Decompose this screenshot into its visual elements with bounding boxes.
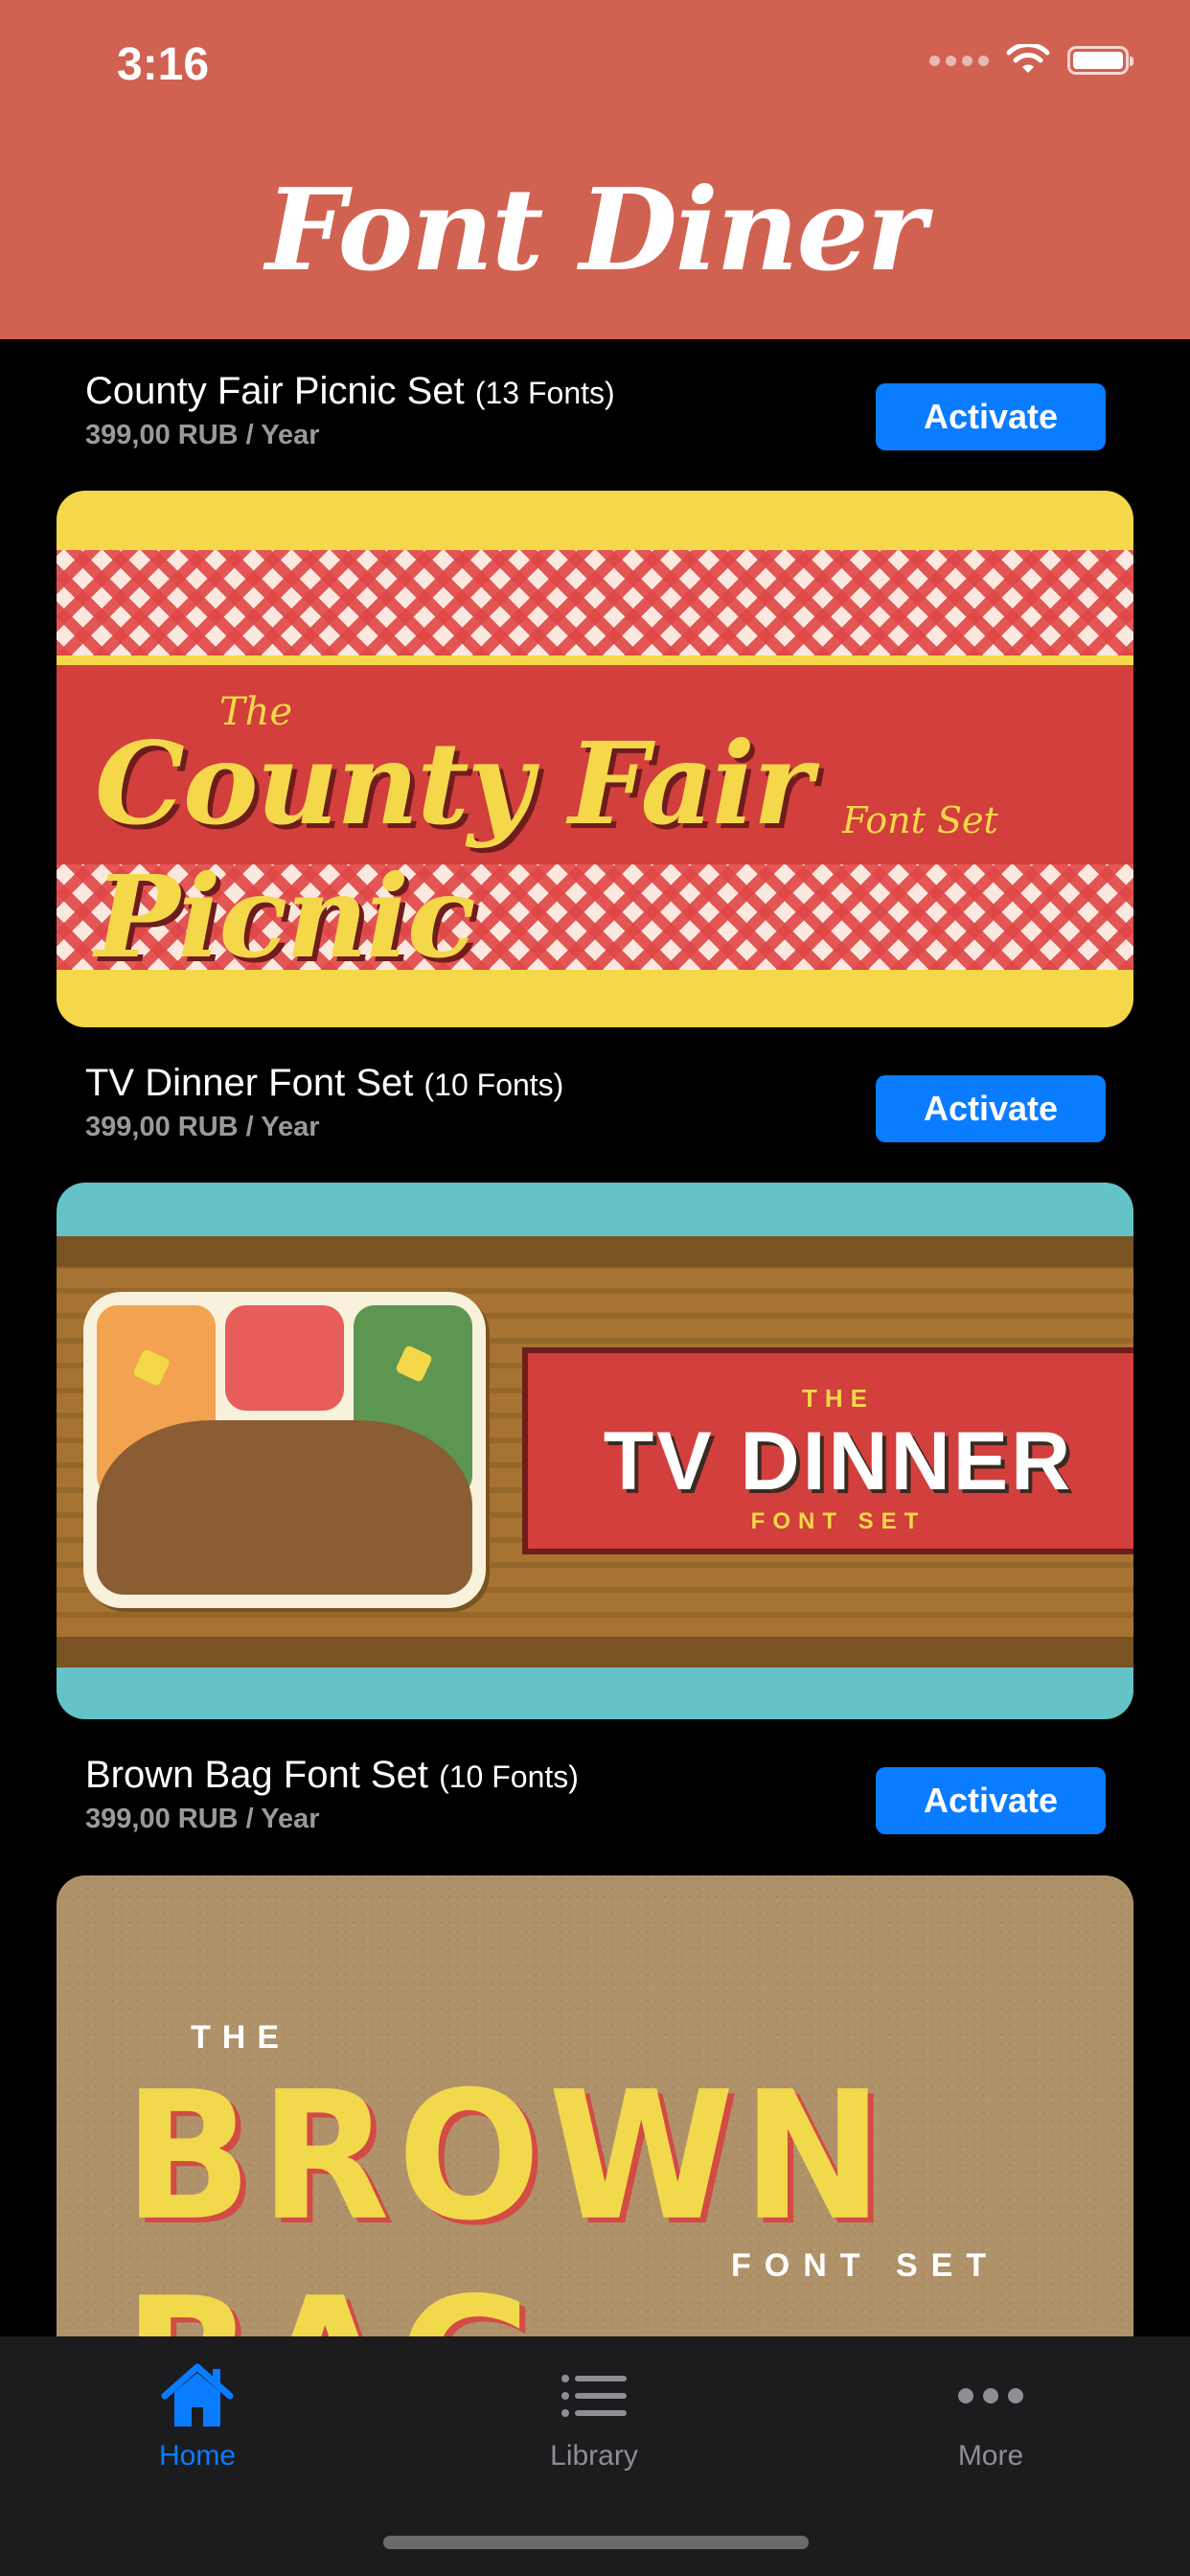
- set-name: TV Dinner Font Set (10 Fonts): [85, 1062, 563, 1105]
- set-title: Brown Bag Font Set: [85, 1754, 428, 1796]
- dinner-tray-icon: [83, 1292, 486, 1608]
- banner-sub: FONT SET: [731, 2247, 1000, 2284]
- tab-label: Library: [550, 2440, 638, 2472]
- set-name: County Fair Picnic Set (13 Fonts): [85, 370, 615, 413]
- banner-pre: THE: [191, 2019, 290, 2056]
- signal-icon: [929, 55, 989, 66]
- tab-more[interactable]: More: [876, 2358, 1106, 2472]
- set-price: 399,00 RUB / Year: [85, 420, 320, 450]
- font-set-row: TV Dinner Font Set (10 Fonts) 399,00 RUB…: [0, 1031, 1190, 1165]
- activate-button[interactable]: Activate: [876, 1767, 1106, 1834]
- wood-edge: [57, 1236, 1133, 1267]
- battery-icon: [1067, 46, 1133, 75]
- set-count: (10 Fonts): [439, 1760, 579, 1794]
- set-count: (10 Fonts): [423, 1068, 564, 1102]
- brown-bag-banner[interactable]: THE BROWN BAG FONT SET: [57, 1875, 1133, 2336]
- ellipsis-icon: [958, 2388, 1023, 2404]
- tab-library[interactable]: Library: [479, 2358, 709, 2472]
- wood-edge: [57, 1637, 1133, 1668]
- status-time: 3:16: [117, 39, 210, 90]
- app-header: 3:16 Font Diner: [0, 0, 1190, 339]
- set-name: Brown Bag Font Set (10 Fonts): [85, 1754, 579, 1797]
- tab-label: More: [957, 2440, 1024, 2472]
- wifi-icon: [1006, 44, 1050, 73]
- app-title: Font Diner: [265, 163, 927, 296]
- set-count: (13 Fonts): [474, 376, 615, 410]
- banner-sub: FONT SET: [750, 1508, 927, 1534]
- set-title: County Fair Picnic Set: [85, 370, 465, 412]
- banner-pre: THE: [802, 1384, 875, 1413]
- font-set-row: County Fair Picnic Set (13 Fonts) 399,00…: [0, 339, 1190, 473]
- banner-title: County Fair Picnic: [95, 717, 812, 983]
- set-price: 399,00 RUB / Year: [85, 1112, 320, 1142]
- home-indicator[interactable]: [383, 2536, 809, 2549]
- list-icon: [561, 2375, 627, 2417]
- tv-dinner-banner[interactable]: THE TV DINNER FONT SET: [57, 1183, 1133, 1719]
- set-title: TV Dinner Font Set: [85, 1062, 414, 1104]
- banner-title: TV DINNER: [603, 1415, 1074, 1507]
- tv-dinner-sign: THE TV DINNER FONT SET: [522, 1347, 1133, 1554]
- gingham-pattern: [57, 550, 1133, 656]
- set-price: 399,00 RUB / Year: [85, 1804, 320, 1834]
- activate-button[interactable]: Activate: [876, 1075, 1106, 1142]
- banner-sub: Font Set: [842, 799, 998, 841]
- tab-label: Home: [158, 2440, 237, 2472]
- banner-title: BROWN BAG: [124, 2053, 891, 2336]
- tab-home[interactable]: Home: [82, 2358, 312, 2472]
- status-icons: [929, 44, 1133, 77]
- font-set-row: Brown Bag Font Set (10 Fonts) 399,00 RUB…: [0, 1723, 1190, 1857]
- house-icon: [161, 2363, 234, 2426]
- activate-button[interactable]: Activate: [876, 383, 1106, 450]
- county-fair-banner[interactable]: The County Fair Picnic Font Set: [57, 491, 1133, 1027]
